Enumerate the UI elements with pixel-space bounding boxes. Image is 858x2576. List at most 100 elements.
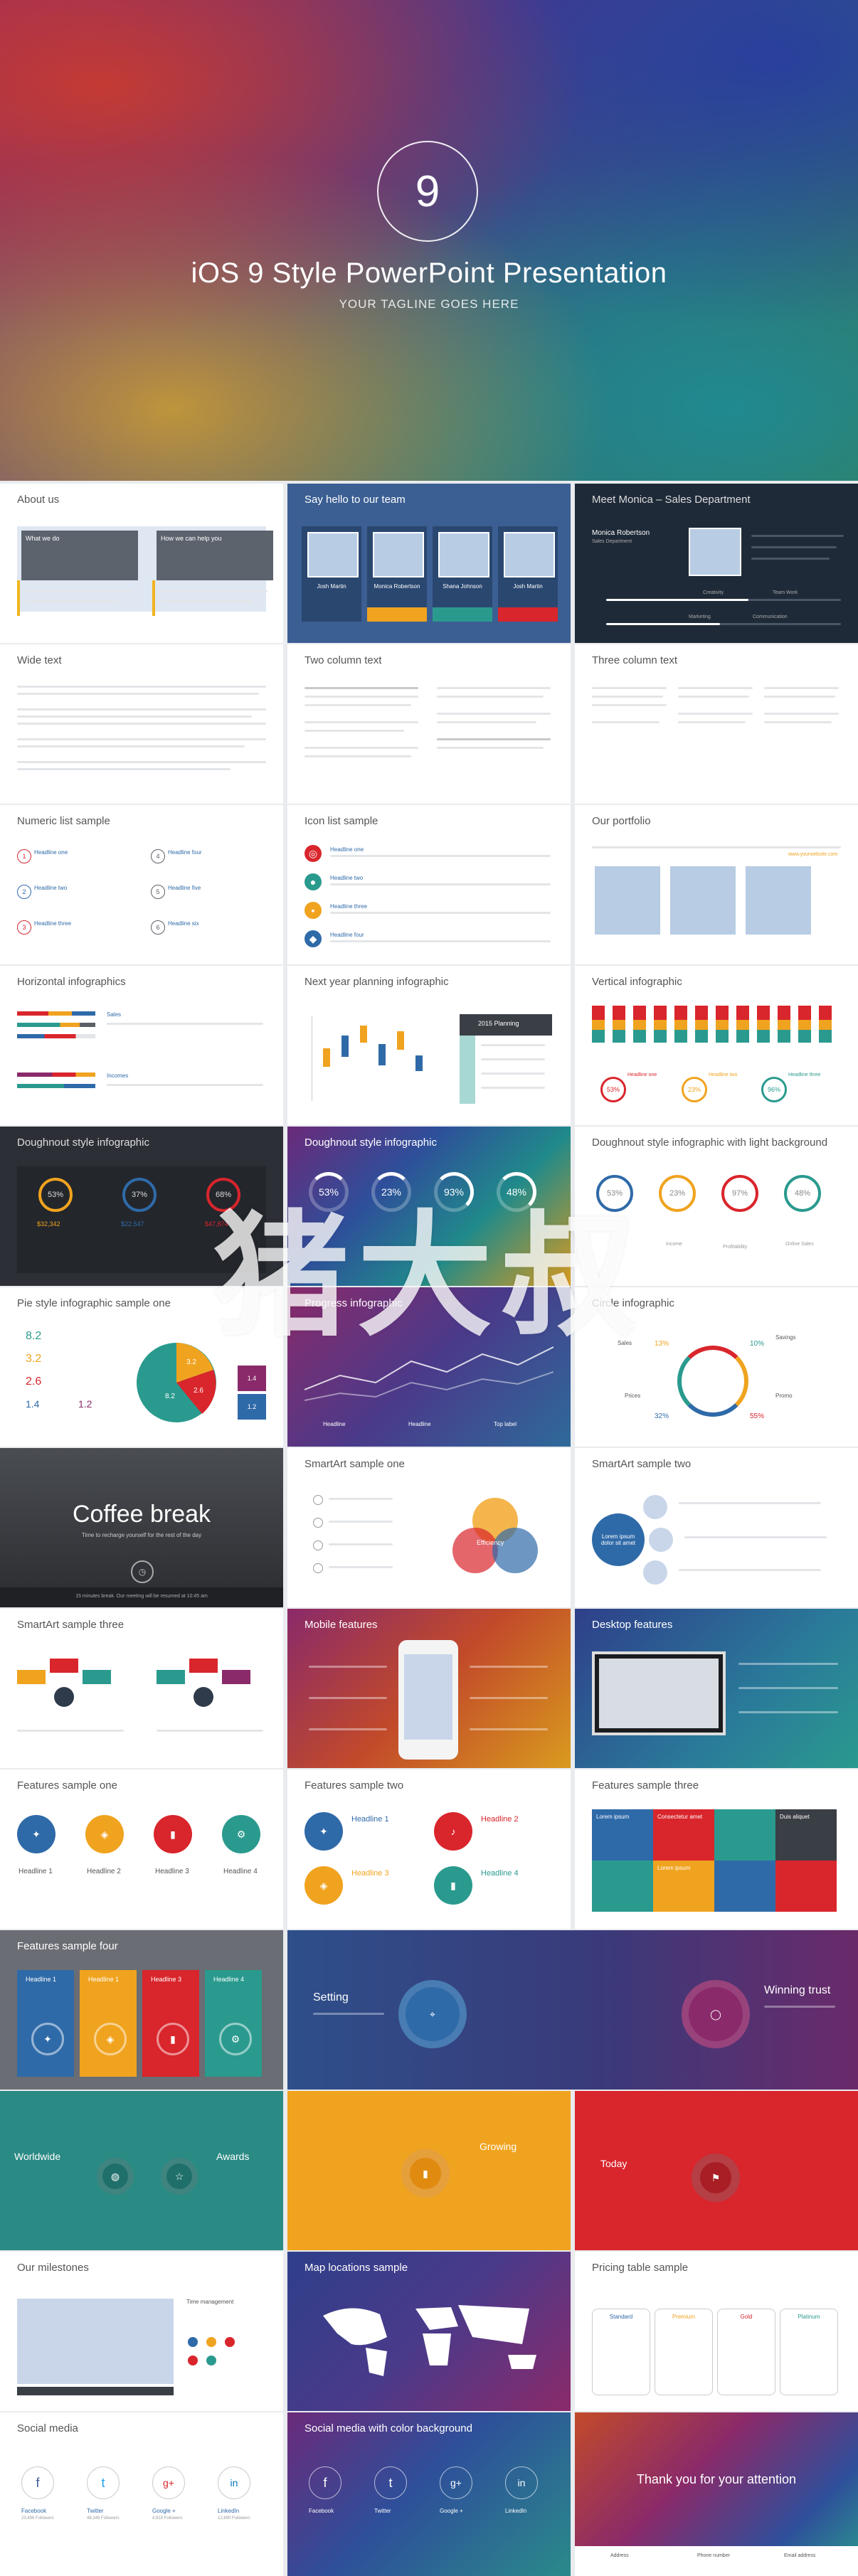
list-item-heading: Headline two	[34, 885, 68, 891]
slide-features-two[interactable]: Features sample two ✦ ♪ ◈ ▮ Headline 1 H…	[287, 1769, 571, 1929]
slide-desktop-features[interactable]: Desktop features	[575, 1609, 858, 1768]
pie-slice-label: 2.6	[194, 1387, 203, 1395]
linkedin-icon[interactable]: in	[218, 2466, 250, 2499]
facebook-icon[interactable]: f	[309, 2466, 341, 2499]
slide-wide-text[interactable]: Wide text	[0, 644, 283, 804]
slide-coffee-break[interactable]: Coffee break Time to recharge yourself f…	[0, 1448, 283, 1607]
slide-two-column[interactable]: Two column text	[287, 644, 571, 804]
portfolio-link[interactable]: www.yourwebsite.com	[788, 852, 837, 857]
coffee-title: Coffee break	[72, 1501, 211, 1528]
milestone-dot	[206, 2356, 216, 2365]
smartart-hub	[54, 1687, 74, 1707]
slide-features-three[interactable]: Features sample three Lorem ipsum Consec…	[575, 1769, 858, 1929]
slide-setting-winning[interactable]: Setting ⌖ Winning trust ◯	[287, 1930, 858, 2090]
progress-line-chart	[304, 1346, 554, 1401]
doughnut-ring: 48%	[784, 1175, 821, 1212]
smartart-node	[649, 1528, 673, 1552]
pin-icon: ⌖	[398, 1980, 467, 2048]
feature-heading: Headline 3	[151, 1976, 182, 1983]
stacked-bar-segment	[757, 1006, 770, 1020]
slide-portfolio[interactable]: Our portfolio www.yourwebsite.com	[575, 805, 858, 964]
stacked-bar-segment	[736, 1030, 749, 1043]
circle-percent: 32%	[655, 1412, 669, 1420]
doughnut-ring: 23%	[659, 1175, 696, 1212]
progress-bar	[17, 1034, 95, 1038]
text-line	[17, 686, 266, 688]
hero-tagline: YOUR TAGLINE GOES HERE	[339, 297, 519, 311]
slide-meet-monica[interactable]: Meet Monica – Sales Department Monica Ro…	[575, 484, 858, 643]
slide-growing[interactable]: Growing ▮	[287, 2091, 571, 2250]
planning-panel-header: 2015 Planning	[460, 1014, 552, 1036]
text-line	[304, 755, 411, 757]
slide-numeric-list[interactable]: Numeric list sample 1 2 3 4 5 6 Headline…	[0, 805, 283, 964]
stacked-bar-segment	[654, 1020, 667, 1030]
text-line	[437, 747, 544, 749]
slide-circle-infographic[interactable]: Circle infographic Sales 13% Savings 10%…	[575, 1287, 858, 1447]
twitter-icon[interactable]: t	[374, 2466, 407, 2499]
smartart-box	[157, 1670, 185, 1684]
google-plus-icon[interactable]: g+	[440, 2466, 472, 2499]
slide-social-media[interactable]: Social media f t g+ in Facebook Twitter …	[0, 2412, 283, 2576]
slide-about-us[interactable]: About us What we do How we can help you	[0, 484, 283, 643]
continent	[415, 2307, 458, 2330]
text-line	[738, 1663, 838, 1665]
facebook-icon[interactable]: f	[21, 2466, 54, 2499]
slide-three-column[interactable]: Three column text	[575, 644, 858, 804]
text-line	[592, 704, 667, 706]
progress-bar	[17, 1011, 95, 1016]
text-line	[481, 1044, 545, 1046]
text-line	[304, 721, 418, 723]
slide-milestones[interactable]: Our milestones Time management	[0, 2252, 283, 2411]
slide-horizontal-infographics[interactable]: Horizontal infographics Sales Incomes	[0, 966, 283, 1125]
slide-smartart-two[interactable]: SmartArt sample two Lorem ipsum dolor si…	[575, 1448, 858, 1607]
slide-pricing-table[interactable]: Pricing table sample Standard Premium Go…	[575, 2252, 858, 2411]
text-line	[17, 693, 259, 695]
portfolio-image	[746, 866, 811, 935]
stacked-bar-segment	[778, 1006, 790, 1020]
feature-heading: Headline 4	[213, 1976, 245, 1983]
slide-next-year-planning[interactable]: Next year planning infographic 2015 Plan…	[287, 966, 571, 1125]
slide-smartart-three[interactable]: SmartArt sample three	[0, 1609, 283, 1768]
slide-thank-you[interactable]: Thank you for your attention Address Pho…	[575, 2412, 858, 2576]
doughnut-ring: 37%	[122, 1178, 157, 1212]
title-slide: 9 iOS 9 Style PowerPoint Presentation YO…	[0, 0, 858, 481]
google-plus-icon[interactable]: g+	[152, 2466, 185, 2499]
text-line	[470, 1697, 548, 1699]
twitter-icon[interactable]: t	[87, 2466, 120, 2499]
slide-smartart-one[interactable]: SmartArt sample one Efficiency	[287, 1448, 571, 1607]
slide-doughnut-dark[interactable]: Doughnout style infographic 53% 37% 68% …	[0, 1127, 283, 1286]
slide-map-locations[interactable]: Map locations sample	[287, 2252, 571, 2411]
slide-today[interactable]: Today ⚑	[575, 2091, 858, 2250]
text-line	[751, 546, 837, 548]
stacked-bar-segment	[778, 1030, 790, 1043]
slide-features-one[interactable]: Features sample one ✦ ◈ ▮ ⚙ Headline 1 H…	[0, 1769, 283, 1929]
social-followers: 12,690 Followers	[218, 2516, 250, 2521]
slide-worldwide[interactable]: Worldwide Awards ◍ ☆	[0, 2091, 283, 2250]
doughnut-ring: 53%	[309, 1172, 349, 1212]
slide-pie-infographic[interactable]: Pie style infographic sample one 8.2 3.2…	[0, 1287, 283, 1447]
today-title: Today	[600, 2158, 627, 2169]
avatar	[689, 528, 741, 576]
about-col1: What we do	[21, 531, 138, 580]
slide-title: Desktop features	[592, 1619, 673, 1631]
linkedin-icon[interactable]: in	[505, 2466, 538, 2499]
slide-title: Our milestones	[17, 2262, 89, 2274]
slide-doughnut-gradient[interactable]: Doughnout style infographic 53% 23% 93% …	[287, 1127, 571, 1286]
thank-you-title: Thank you for your attention	[636, 2472, 797, 2486]
list-icon	[313, 1563, 323, 1573]
slide-features-four[interactable]: Features sample four Headline 1 Headline…	[0, 1930, 283, 2090]
slide-mobile-features[interactable]: Mobile features	[287, 1609, 571, 1768]
text-line	[437, 713, 551, 715]
slide-vertical-infographic[interactable]: Vertical infographic 53% 23% 96% Headlin…	[575, 966, 858, 1125]
slide-team[interactable]: Say hello to our team Josh Martin Monica…	[287, 484, 571, 643]
slide-icon-list[interactable]: Icon list sample ◎ ● ▪ ◆ Headline one He…	[287, 805, 571, 964]
flag-icon: ⚑	[692, 2154, 740, 2202]
stacked-bar-segment	[695, 1030, 708, 1043]
feature-heading: Headline 3	[155, 1868, 189, 1875]
slide-progress-infographic[interactable]: Progress infographic Headline Headline T…	[287, 1287, 571, 1447]
profile-role: Sales Department	[592, 539, 632, 544]
slide-social-media-color[interactable]: Social media with color background f t g…	[287, 2412, 571, 2576]
slide-doughnut-light[interactable]: Doughnout style infographic with light b…	[575, 1127, 858, 1286]
doughnut-ring: 97%	[721, 1175, 758, 1212]
stacked-bar-segment	[592, 1030, 605, 1043]
